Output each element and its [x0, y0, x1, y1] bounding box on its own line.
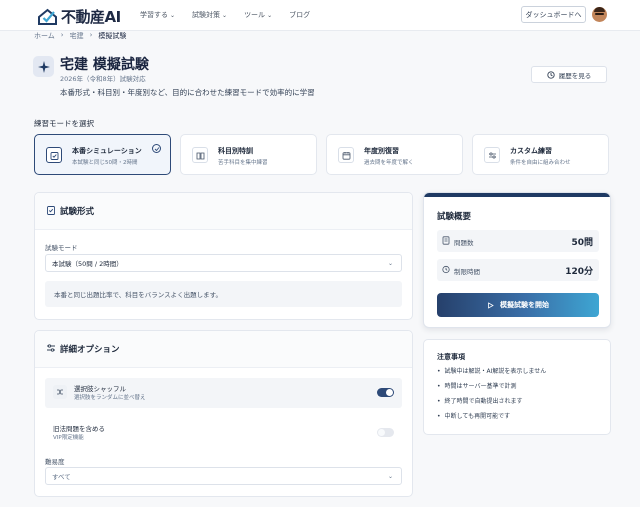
mode-section-label: 練習モードを選択	[34, 119, 94, 128]
notes-card: 注意事項 試験中は解説・AI解説を表示しません 時間はサーバー基準で計測 終了時…	[423, 339, 611, 435]
play-icon	[488, 301, 494, 309]
mode-title: 年度別復習	[364, 147, 399, 155]
format-panel-title: 試験形式	[60, 207, 95, 217]
summary-row-questions: 問題数 50問	[437, 230, 599, 252]
option-title: 選択肢シャッフル	[74, 385, 126, 393]
breadcrumb-current: 模擬試験	[98, 32, 127, 40]
mode-sub: 条件を自由に組み合わせ	[510, 160, 571, 166]
chevron-down-icon: ⌄	[387, 473, 393, 480]
list-item: 時間はサーバー基準で計測	[437, 382, 546, 397]
difficulty-label: 難易度	[45, 458, 65, 466]
page-description: 本番形式・科目別・年度別など、目的に合わせた練習モードで効率的に学習	[60, 88, 315, 97]
summary-accent-bar	[424, 193, 610, 197]
breadcrumb-home[interactable]: ホーム	[34, 31, 55, 41]
nav-item-blog[interactable]: ブログ	[289, 10, 310, 20]
top-header: 不動産AI 学習する ⌄ 試験対策 ⌄ ツール ⌄ ブログ ダッシュボードへ	[0, 0, 640, 31]
option-old-law: 旧法問題を含める VIP限定機能	[45, 418, 402, 448]
shuffle-icon	[53, 385, 67, 399]
mode-sub: 過去問を年度で解く	[364, 160, 414, 166]
breadcrumb-takken[interactable]: 宅建	[70, 31, 84, 41]
logo[interactable]: 不動産AI	[37, 6, 121, 27]
breadcrumb: ホーム › 宅建 › 模擬試験	[34, 31, 126, 41]
exam-mode-select[interactable]: 本試験（50問 / 2時間） ⌄	[45, 254, 402, 272]
list-item: 試験中は解説・AI解説を表示しません	[437, 367, 547, 382]
mode-card-simulation[interactable]: 本番シミュレーション 本試験と同じ50問・2時間	[34, 134, 171, 175]
clock-icon	[442, 265, 450, 274]
dashboard-button[interactable]: ダッシュボードへ	[521, 6, 586, 23]
mode-sub: 苦手科目を集中練習	[218, 160, 268, 166]
logo-text: 不動産AI	[61, 8, 121, 26]
clipboard-check-icon	[47, 206, 55, 215]
list-item: 終了時間で自動提出されます	[437, 397, 546, 412]
calendar-icon	[338, 147, 354, 163]
shuffle-toggle[interactable]	[377, 388, 394, 397]
format-panel-header: 試験形式	[35, 193, 412, 230]
chevron-down-icon: ⌄	[387, 260, 393, 267]
mode-title: 本番シミュレーション	[72, 147, 142, 155]
chevron-down-icon: ⌄	[267, 11, 273, 19]
option-sub: 選択肢をランダムに並べ替え	[74, 395, 146, 401]
old-law-toggle[interactable]	[377, 428, 394, 437]
book-icon	[192, 147, 208, 163]
option-sub: VIP限定機能	[53, 435, 84, 441]
document-icon	[442, 236, 450, 245]
selected-check-icon	[152, 144, 161, 153]
sliders-icon	[484, 147, 500, 163]
format-info: 本番と同じ出題比率で、科目をバランスよく出題します。	[45, 281, 402, 307]
nav-item-exam[interactable]: 試験対策 ⌄	[192, 10, 227, 20]
page-subtitle: 2026年（令和8年）試験対応	[60, 75, 146, 83]
list-item: 中断しても再開可能です	[437, 412, 546, 427]
mode-title: 科目別特訓	[218, 147, 253, 155]
difficulty-select[interactable]: すべて ⌄	[45, 467, 402, 485]
options-panel-title: 詳細オプション	[60, 345, 120, 355]
notes-title: 注意事項	[437, 353, 465, 361]
mode-title: カスタム練習	[510, 147, 552, 155]
sparkle-icon	[33, 56, 54, 77]
history-button[interactable]: 履歴を見る	[531, 66, 607, 83]
option-shuffle: 選択肢シャッフル 選択肢をランダムに並べ替え	[45, 378, 402, 408]
chevron-right-icon: ›	[89, 31, 93, 39]
chevron-down-icon: ⌄	[170, 11, 176, 19]
option-title: 旧法問題を含める	[53, 425, 105, 433]
mode-card-custom[interactable]: カスタム練習 条件を自由に組み合わせ	[472, 134, 609, 175]
options-panel-header: 詳細オプション	[35, 331, 412, 368]
clipboard-check-icon	[46, 147, 62, 163]
summary-title: 試験概要	[437, 212, 472, 222]
page-title: 宅建 模擬試験	[60, 57, 149, 73]
nav-item-tools[interactable]: ツール ⌄	[244, 10, 272, 20]
summary-row-time: 制限時間 120分	[437, 259, 599, 281]
sliders-icon	[47, 344, 55, 352]
history-icon	[547, 70, 555, 79]
summary-card: 試験概要 問題数 50問 制限時間 120分 模擬試験を開始	[423, 192, 611, 328]
mode-sub: 本試験と同じ50問・2時間	[72, 160, 138, 166]
house-check-icon	[38, 8, 57, 25]
mode-card-subject[interactable]: 科目別特訓 苦手科目を集中練習	[180, 134, 317, 175]
nav-item-learn[interactable]: 学習する ⌄	[140, 10, 175, 20]
chevron-right-icon: ›	[60, 31, 64, 39]
main-nav: 学習する ⌄ 試験対策 ⌄ ツール ⌄ ブログ	[140, 10, 310, 20]
notes-list: 試験中は解説・AI解説を表示しません 時間はサーバー基準で計測 終了時間で自動提…	[437, 367, 547, 427]
start-exam-button[interactable]: 模擬試験を開始	[437, 293, 599, 317]
exam-mode-label: 試験モード	[45, 244, 78, 252]
chevron-down-icon: ⌄	[222, 11, 228, 19]
avatar[interactable]	[592, 7, 607, 22]
mode-card-year[interactable]: 年度別復習 過去問を年度で解く	[326, 134, 463, 175]
